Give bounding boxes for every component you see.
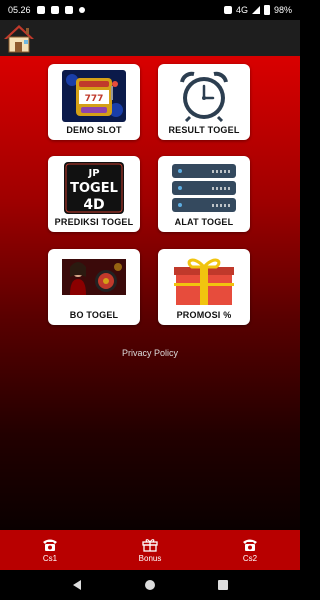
cs2-button[interactable]: Cs2 [200, 530, 300, 570]
alarm-clock-icon [180, 71, 228, 122]
clock: 05.26 [8, 5, 31, 15]
home-circle-icon[interactable] [144, 579, 156, 591]
bo-togel-card[interactable]: BO TOGEL [48, 249, 140, 325]
promosi-label: PROMOSI % [176, 310, 232, 320]
home-button[interactable] [3, 22, 35, 54]
dot-icon [78, 7, 85, 13]
system-nav-bar [0, 570, 300, 600]
bonus-button[interactable]: Bonus [100, 530, 200, 570]
casino-photo [62, 259, 126, 295]
result-togel-card[interactable]: RESULT TOGEL [158, 64, 250, 140]
gift-box-icon [174, 258, 234, 305]
logo-jp: JP [87, 168, 99, 179]
battery-icon [263, 5, 270, 15]
privacy-policy-link[interactable]: Privacy Policy [0, 348, 300, 358]
phone-icon [243, 539, 257, 551]
app-bar [0, 20, 300, 56]
gift-icon [142, 538, 158, 552]
signal-icon [251, 6, 260, 14]
logo-4d: 4D [83, 197, 104, 213]
battery-level: 98% [273, 5, 292, 15]
mail-notification-icon [64, 6, 73, 14]
alat-togel-card[interactable]: ALAT TOGEL [158, 156, 250, 232]
main-content: 777 DEMO SLOT RESULT TOGEL JP TOGEL 4D P… [0, 56, 300, 530]
recents-icon[interactable] [217, 579, 229, 591]
facebook-notification-icon [36, 6, 45, 14]
prediksi-togel-card[interactable]: JP TOGEL 4D PREDIKSI TOGEL [48, 156, 140, 232]
alat-togel-label: ALAT TOGEL [174, 217, 234, 227]
gallery-notification-icon [50, 6, 59, 14]
slot-machine-icon: 777 [62, 70, 126, 122]
prediksi-togel-label: PREDIKSI TOGEL [54, 217, 134, 227]
phone-icon [43, 539, 57, 551]
demo-slot-label: DEMO SLOT [66, 125, 122, 135]
logo-togel: TOGEL [70, 181, 118, 196]
status-bar: 05.26 4G 98% [0, 0, 300, 20]
back-icon[interactable] [71, 579, 83, 591]
bo-togel-label: BO TOGEL [69, 310, 119, 320]
cs1-button[interactable]: Cs1 [0, 530, 100, 570]
alarm-icon [223, 6, 232, 14]
result-togel-label: RESULT TOGEL [168, 125, 240, 135]
promosi-card[interactable]: PROMOSI % [158, 249, 250, 325]
cs1-label: Cs1 [42, 553, 58, 563]
bottom-nav: Cs1 Bonus Cs2 [0, 530, 300, 570]
network-type: 4G [235, 5, 248, 15]
cs2-label: Cs2 [242, 553, 258, 563]
jp-togel-4d-logo: JP TOGEL 4D [64, 162, 124, 214]
bonus-label: Bonus [138, 553, 162, 563]
demo-slot-card[interactable]: 777 DEMO SLOT [48, 64, 140, 140]
svg-text:777: 777 [85, 94, 104, 104]
home-icon [4, 25, 34, 53]
server-stack-icon [172, 164, 236, 212]
